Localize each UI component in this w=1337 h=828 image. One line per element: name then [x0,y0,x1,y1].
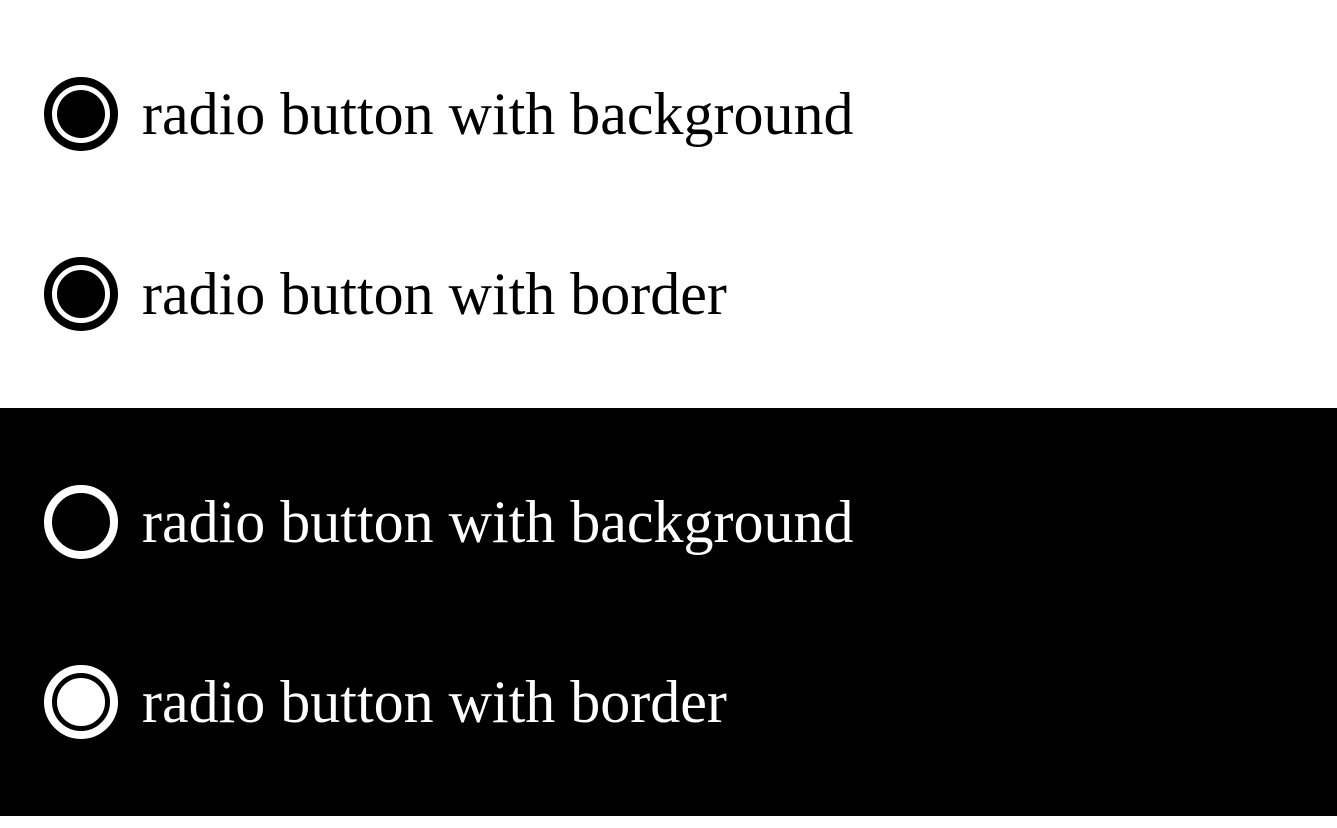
radio-checked-icon [42,75,120,153]
radio-label: radio button with border [142,260,727,329]
radio-label: radio button with border [142,668,727,737]
radio-label: radio button with background [142,80,854,149]
light-section: radio button with background radio butto… [0,0,1337,408]
radio-option[interactable]: radio button with background [42,24,1295,204]
radio-option[interactable]: radio button with background [42,432,1295,612]
radio-unchecked-icon [42,483,120,561]
dark-section: radio button with background radio butto… [0,408,1337,816]
radio-label: radio button with background [142,488,854,557]
radio-checked-icon [42,255,120,333]
radio-checked-icon [42,663,120,741]
radio-option[interactable]: radio button with border [42,204,1295,384]
radio-option[interactable]: radio button with border [42,612,1295,792]
